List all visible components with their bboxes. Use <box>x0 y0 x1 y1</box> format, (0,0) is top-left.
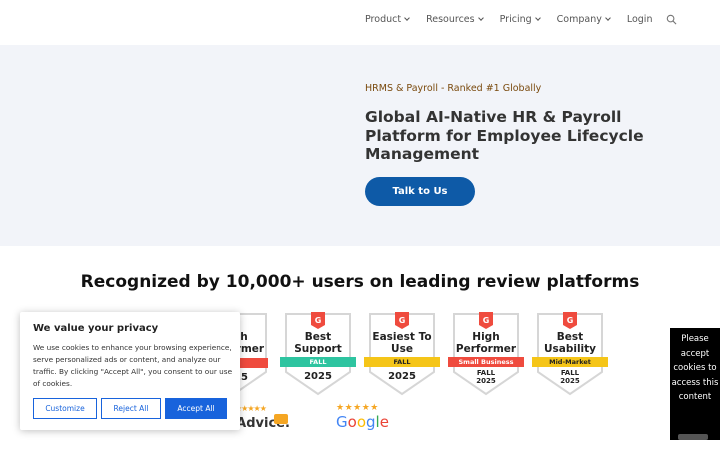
google-logo: Google <box>336 413 389 431</box>
chat-bubble-icon <box>274 414 288 424</box>
nav-company-label: Company <box>556 13 602 25</box>
nav-resources-label: Resources <box>426 13 475 25</box>
hero-section: HRMS & Payroll - Ranked #1 Globally Glob… <box>0 45 720 246</box>
chevron-down-icon <box>477 14 484 21</box>
badge-season: FALL <box>560 369 580 377</box>
site-header: Product Resources Pricing Company Login <box>0 0 720 45</box>
main-nav: Product Resources Pricing Company Login <box>365 12 677 26</box>
login-link[interactable]: Login <box>627 14 653 25</box>
badge-title: Easiest To Use <box>372 331 432 355</box>
badge-ribbon: Small Business <box>448 357 524 367</box>
recognition-title: Recognized by 10,000+ users on leading r… <box>80 272 640 292</box>
svg-text:G: G <box>315 316 322 325</box>
nav-pricing-label: Pricing <box>499 13 532 25</box>
chevron-down-icon <box>404 14 410 21</box>
notice-text: Please accept cookies to access this con… <box>671 334 719 402</box>
badge-year: 2025 <box>476 377 496 385</box>
svg-text:G: G <box>567 316 574 325</box>
chevron-down-icon <box>605 14 611 21</box>
badge-ribbon: Mid-Market <box>532 357 608 367</box>
cookie-consent-panel: We value your privacy We use cookies to … <box>20 312 240 430</box>
search-icon[interactable] <box>666 14 677 25</box>
cookie-title: We value your privacy <box>33 323 159 334</box>
badge-season: FALL <box>476 369 496 377</box>
svg-text:G: G <box>483 316 490 325</box>
g2-badge-easiest-to-use: G Easiest To Use FALL 2025 <box>364 312 440 396</box>
g2-badge-best-support: G Best Support FALL 2025 <box>280 312 356 396</box>
talk-to-us-button[interactable]: Talk to Us <box>365 177 475 206</box>
svg-text:G: G <box>399 316 406 325</box>
cookie-description: We use cookies to enhance your browsing … <box>33 343 233 388</box>
nav-pricing[interactable]: Pricing <box>499 12 541 26</box>
hero-tagline: HRMS & Payroll - Ranked #1 Globally <box>365 83 542 94</box>
badge-ribbon: FALL <box>364 357 440 367</box>
cookie-required-notice: Please accept cookies to access this con… <box>670 328 720 440</box>
badge-year: 2025 <box>304 371 332 382</box>
badge-title: Best Usability <box>543 331 597 355</box>
nav-product-label: Product <box>365 13 402 25</box>
nav-product[interactable]: Product <box>365 12 410 26</box>
customize-button[interactable]: Customize <box>33 398 97 419</box>
nav-company[interactable]: Company <box>556 12 611 26</box>
hero-title: Global AI-Native HR & Payroll Platform f… <box>365 108 644 163</box>
badge-year: 2025 <box>560 377 580 385</box>
chevron-down-icon <box>534 14 541 21</box>
nav-resources[interactable]: Resources <box>426 12 484 26</box>
badge-title: High Performer <box>455 331 517 355</box>
notice-scrollbar[interactable] <box>678 434 708 440</box>
accept-all-button[interactable]: Accept All <box>165 398 227 419</box>
reject-all-button[interactable]: Reject All <box>101 398 161 419</box>
g2-badge-high-performer-small-business: G High Performer Small Business FALL 202… <box>448 312 524 396</box>
badge-title: Best Support <box>294 331 342 355</box>
google-stars-icon: ★★★★★ <box>336 403 379 413</box>
g2-badge-best-usability: G Best Usability Mid-Market FALL 2025 <box>532 312 608 396</box>
badge-ribbon: FALL <box>280 357 356 367</box>
badge-year: 2025 <box>388 371 416 382</box>
